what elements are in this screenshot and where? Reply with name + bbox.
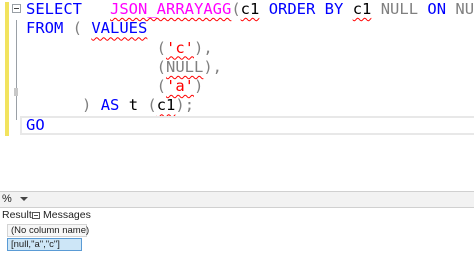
code-line[interactable]: FROM ( VALUES bbox=[26, 19, 474, 38]
zoom-level[interactable]: % bbox=[2, 192, 12, 207]
code-token: ( bbox=[156, 77, 166, 96]
code-token: c1 bbox=[156, 96, 176, 115]
code-token: ), bbox=[203, 57, 222, 76]
code-token: NULL bbox=[455, 0, 474, 18]
code-token: c1 bbox=[352, 0, 372, 18]
tab-messages-label: Messages bbox=[43, 209, 91, 221]
code-token: SELECT bbox=[26, 0, 82, 18]
outline-guide bbox=[16, 20, 17, 120]
code-line[interactable]: ('a') bbox=[26, 77, 474, 96]
zoom-dropdown-icon[interactable] bbox=[20, 197, 28, 201]
code-token: t bbox=[119, 96, 148, 115]
code-token: ORDER BY bbox=[268, 0, 344, 18]
zoom-bar: % bbox=[0, 191, 474, 208]
code-token: 'c' bbox=[166, 38, 194, 57]
code-token: 'a' bbox=[166, 77, 194, 96]
code-token: ( bbox=[156, 38, 166, 57]
messages-icon bbox=[32, 212, 40, 219]
code-token: GO bbox=[26, 115, 45, 134]
change-tracking-bar bbox=[5, 2, 9, 136]
code-token: ON bbox=[427, 0, 447, 18]
gutter-marker bbox=[14, 88, 18, 96]
column-header[interactable]: (No column name) bbox=[7, 224, 89, 237]
code-token: c1 bbox=[240, 0, 260, 18]
code-token: ( bbox=[231, 0, 241, 18]
code-token: ) bbox=[194, 77, 204, 96]
result-cell[interactable]: [null,"a","c"] bbox=[7, 238, 82, 251]
code-token: JSON_ARRAYAGG bbox=[110, 0, 232, 18]
code-token: NULL bbox=[166, 57, 204, 76]
collapse-toggle-icon[interactable] bbox=[12, 4, 21, 13]
results-grid: (No column name) [null,"a","c"] bbox=[7, 224, 89, 251]
code-token: VALUES bbox=[91, 19, 148, 38]
code-token: ) bbox=[82, 96, 92, 115]
code-token: NULL bbox=[380, 0, 419, 18]
code-token: FROM bbox=[26, 19, 64, 38]
code-token: ); bbox=[175, 96, 195, 115]
code-token: AS bbox=[100, 96, 120, 115]
code-area[interactable]: SELECT JSON_ARRAYAGG(c1 ORDER BY c1 NULL… bbox=[20, 0, 474, 136]
code-token: ( bbox=[156, 57, 166, 76]
code-token: ), bbox=[194, 38, 213, 57]
code-token: ( bbox=[147, 96, 157, 115]
code-line[interactable]: ('c'), bbox=[26, 39, 474, 58]
code-token: ( bbox=[63, 19, 92, 38]
code-line[interactable]: SELECT JSON_ARRAYAGG(c1 ORDER BY c1 NULL… bbox=[26, 0, 474, 19]
tab-messages[interactable]: Messages bbox=[32, 208, 91, 223]
code-line[interactable]: ) AS t (c1); bbox=[26, 96, 474, 115]
code-line[interactable]: GO bbox=[20, 115, 474, 136]
query-editor[interactable]: SELECT JSON_ARRAYAGG(c1 ORDER BY c1 NULL… bbox=[0, 0, 474, 190]
results-tabs: Results Messages bbox=[0, 208, 474, 223]
code-line[interactable]: (NULL), bbox=[26, 58, 474, 77]
